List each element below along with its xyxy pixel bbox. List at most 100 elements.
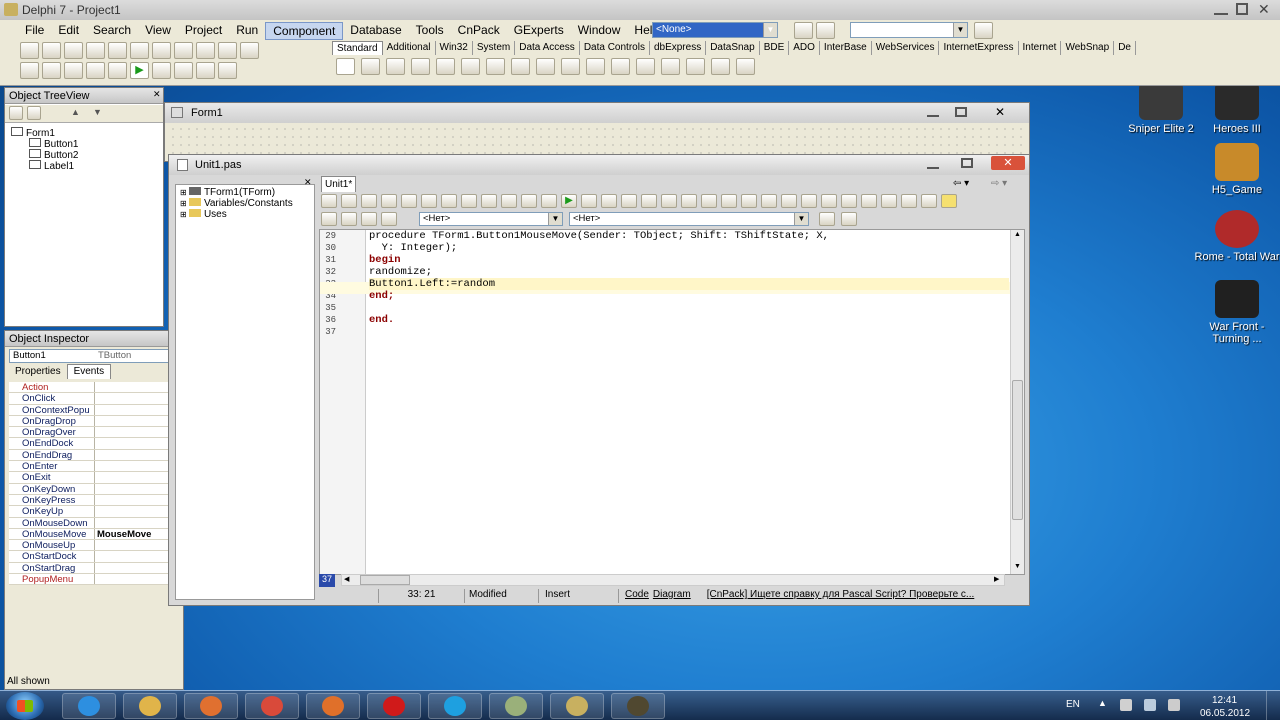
close-button[interactable]: ✕ bbox=[1258, 1, 1270, 18]
tree-item-button1[interactable]: Button1 bbox=[11, 138, 78, 150]
event-value[interactable] bbox=[95, 405, 97, 415]
network-icon[interactable] bbox=[1144, 699, 1156, 711]
toolbar-button-icon[interactable] bbox=[401, 194, 417, 208]
chevron-down-icon[interactable]: ▼ bbox=[548, 213, 562, 225]
code-line[interactable]: end. bbox=[369, 314, 1009, 326]
clock-date[interactable]: 06.05.2012 bbox=[1200, 708, 1250, 719]
desktop-icon-h5-game[interactable]: H5_Game bbox=[1192, 143, 1280, 196]
inspector-row[interactable]: OnMouseDown bbox=[9, 517, 181, 529]
toolbar-button-icon[interactable] bbox=[601, 194, 617, 208]
maximize-button[interactable] bbox=[1236, 3, 1248, 15]
inspector-row[interactable]: OnDragDrop bbox=[9, 415, 181, 428]
pointer-icon[interactable] bbox=[336, 58, 355, 75]
combobox-icon[interactable] bbox=[611, 58, 630, 75]
toolbar-button-icon[interactable] bbox=[881, 194, 897, 208]
tab-interbase[interactable]: InterBase bbox=[820, 41, 872, 55]
run-icon[interactable]: ▶ bbox=[130, 62, 149, 79]
menu-file[interactable]: File bbox=[18, 22, 51, 40]
tab-bde[interactable]: BDE bbox=[760, 41, 790, 55]
tab-system[interactable]: System bbox=[473, 41, 516, 55]
add-icon[interactable] bbox=[27, 106, 41, 120]
forward-arrow-icon[interactable]: ⇨ ▾ bbox=[991, 178, 1007, 189]
event-value[interactable] bbox=[95, 551, 97, 561]
menu-project[interactable]: Project bbox=[178, 22, 229, 40]
class-combo[interactable]: <Нет> ▼ bbox=[419, 212, 563, 226]
tab-internetexpress[interactable]: InternetExpress bbox=[939, 41, 1019, 55]
add-to-project-icon[interactable] bbox=[130, 42, 149, 59]
secondary-combo[interactable]: ▼ bbox=[850, 22, 968, 38]
tree-item-label1[interactable]: Label1 bbox=[11, 160, 78, 172]
event-value[interactable] bbox=[95, 518, 97, 528]
save-icon[interactable] bbox=[64, 42, 83, 59]
scrollbar-icon[interactable] bbox=[636, 58, 655, 75]
toolbar-button-icon[interactable] bbox=[741, 194, 757, 208]
button-icon[interactable] bbox=[511, 58, 530, 75]
new-form-icon[interactable] bbox=[196, 42, 215, 59]
taskbar-button[interactable] bbox=[489, 693, 543, 719]
toolbar-button-icon[interactable] bbox=[861, 194, 877, 208]
trace-into-icon[interactable] bbox=[174, 62, 193, 79]
toolbar-button-icon[interactable] bbox=[381, 194, 397, 208]
toolbar-button-icon[interactable] bbox=[641, 194, 657, 208]
new-form-icon[interactable] bbox=[86, 62, 105, 79]
frame-icon[interactable] bbox=[361, 58, 380, 75]
clock-time[interactable]: 12:41 bbox=[1212, 695, 1237, 706]
inspector-row[interactable]: OnContextPopu bbox=[9, 404, 181, 416]
inspector-row[interactable]: OnEndDrag bbox=[9, 449, 181, 462]
panel-icon[interactable] bbox=[711, 58, 730, 75]
toolbar-button-icon[interactable] bbox=[581, 194, 597, 208]
code-line[interactable] bbox=[369, 326, 1009, 338]
close-button[interactable]: ✕ bbox=[991, 156, 1025, 170]
menu-tools[interactable]: Tools bbox=[409, 22, 451, 40]
taskbar-button[interactable] bbox=[62, 693, 116, 719]
event-value[interactable] bbox=[95, 438, 97, 448]
menu-database[interactable]: Database bbox=[343, 22, 408, 40]
open-project-icon[interactable] bbox=[108, 42, 127, 59]
desktop-icon-war-front[interactable]: War Front - Turning ... bbox=[1192, 280, 1280, 345]
toolbar-button-icon[interactable] bbox=[901, 194, 917, 208]
taskbar-button[interactable] bbox=[367, 693, 421, 719]
desktop-icon-rome[interactable]: Rome - Total War bbox=[1192, 210, 1280, 263]
menu-gexperts[interactable]: GExperts bbox=[507, 22, 571, 40]
view-form-icon[interactable] bbox=[240, 42, 259, 59]
code-editor[interactable]: 293031323334353637 procedure TForm1.Butt… bbox=[319, 229, 1025, 575]
toolbar-button-icon[interactable] bbox=[721, 194, 737, 208]
arrow-down-icon[interactable]: ▼ bbox=[93, 107, 102, 117]
toolbar-button-icon[interactable] bbox=[381, 212, 397, 226]
toolbar-button-icon[interactable] bbox=[521, 194, 537, 208]
show-hidden-icons[interactable]: ▲ bbox=[1098, 698, 1107, 708]
taskbar-button[interactable] bbox=[550, 693, 604, 719]
code-line[interactable]: Button1.Left:=random bbox=[369, 278, 1009, 290]
inspector-row[interactable]: OnEndDock bbox=[9, 438, 181, 450]
toolbar-button-icon[interactable] bbox=[361, 194, 377, 208]
tab-win32[interactable]: Win32 bbox=[436, 41, 473, 55]
event-value[interactable] bbox=[95, 472, 97, 482]
method-combo[interactable]: <Нет> ▼ bbox=[569, 212, 809, 226]
taskbar-button[interactable] bbox=[428, 693, 482, 719]
inspector-row[interactable]: OnKeyDown bbox=[9, 483, 181, 495]
align-icon[interactable] bbox=[841, 212, 857, 226]
bulb-icon[interactable] bbox=[941, 194, 957, 208]
code-line[interactable]: begin bbox=[369, 254, 1009, 266]
chevron-down-icon[interactable]: ▼ bbox=[953, 23, 967, 37]
tab-properties[interactable]: Properties bbox=[9, 364, 67, 379]
tab-unit1[interactable]: Unit1* bbox=[321, 176, 357, 192]
cnpack-hint[interactable]: [CnPack] Ищете справку для Pascal Script… bbox=[699, 589, 991, 603]
toolbar-button-icon[interactable] bbox=[761, 194, 777, 208]
toolbar-button-icon[interactable] bbox=[661, 194, 677, 208]
toolbar-button-icon[interactable] bbox=[361, 212, 377, 226]
toolbar-button-icon[interactable] bbox=[701, 194, 717, 208]
flag-icon[interactable] bbox=[1120, 699, 1132, 711]
menu-run[interactable]: Run bbox=[229, 22, 265, 40]
event-value[interactable] bbox=[95, 427, 97, 437]
close-icon[interactable]: ✕ bbox=[153, 89, 161, 100]
event-value[interactable] bbox=[95, 461, 97, 471]
scroll-left-icon[interactable]: ◀ bbox=[344, 575, 349, 583]
inspector-row[interactable]: OnDragOver bbox=[9, 427, 181, 439]
event-value[interactable] bbox=[95, 574, 97, 584]
tab-ado[interactable]: ADO bbox=[789, 41, 820, 55]
inspector-row[interactable]: OnClick bbox=[9, 393, 181, 405]
close-button[interactable]: ✕ bbox=[995, 105, 1005, 119]
inspector-row[interactable]: OnEnter bbox=[9, 461, 181, 473]
chevron-down-icon[interactable]: ▼ bbox=[794, 213, 808, 225]
